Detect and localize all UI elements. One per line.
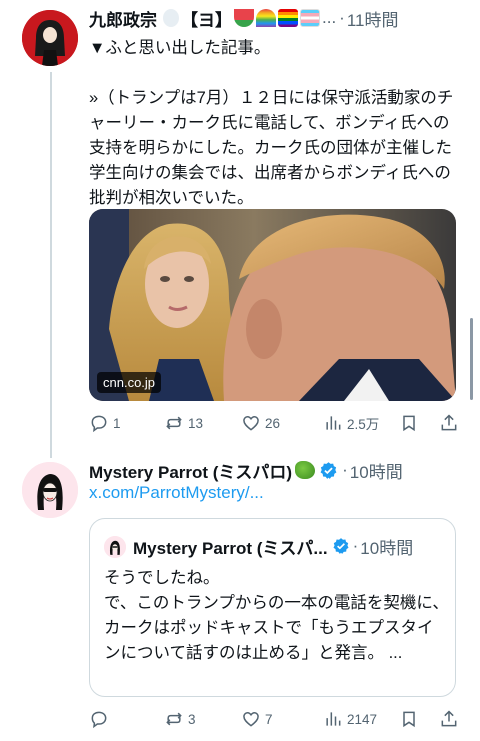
views-icon: [326, 712, 341, 726]
post2-link[interactable]: x.com/ParrotMystery/...: [89, 483, 264, 503]
views-icon: [326, 416, 341, 430]
post2-timestamp[interactable]: 10時間: [350, 458, 403, 483]
share-icon: [441, 414, 457, 431]
rainbow-emoji: [256, 9, 276, 27]
post2-like-button[interactable]: 7: [241, 707, 273, 731]
post2-reply-button[interactable]: [89, 707, 113, 731]
reply-icon: [91, 415, 107, 433]
post1-reply-count: 1: [113, 415, 121, 431]
quoted-post-time-separator: ·: [352, 536, 359, 555]
repost-icon: [166, 416, 182, 430]
like-icon: [243, 711, 259, 727]
post1-like-count: 26: [265, 415, 281, 431]
trans-flag-emoji: [300, 9, 320, 27]
quoted-post-timestamp: 10時間: [360, 538, 414, 558]
verified-badge-icon: [332, 537, 350, 555]
media-source-domain: cnn.co.jp: [97, 372, 162, 393]
post2-author-name[interactable]: Mystery Parrot (ミスパロ): [89, 458, 292, 483]
post1-reply-button[interactable]: 1: [89, 411, 121, 435]
scrollbar-thumb[interactable]: [470, 318, 473, 400]
post2-views-count: 2147: [347, 711, 378, 727]
share-icon: [441, 710, 457, 727]
thread-connector-line: [50, 72, 52, 458]
post1-badge: 【ヨ】: [181, 10, 232, 30]
quoted-post-author: Mystery Parrot (ミスパ...: [133, 538, 328, 558]
avatar-mystery-parrot[interactable]: [22, 462, 78, 518]
quoted-post-avatar: [104, 536, 126, 558]
post2-header: Mystery Parrot (ミスパロ) · 10時間: [89, 457, 403, 483]
post2-repost-count: 3: [188, 711, 196, 727]
avatar-kurou[interactable]: [22, 10, 78, 66]
post1-timestamp[interactable]: 11時間: [347, 6, 399, 31]
dove-emoji: [163, 9, 179, 27]
post1-share-button[interactable]: [439, 411, 463, 435]
post1-views-button[interactable]: 2.5万: [323, 411, 379, 435]
post1-bookmark-button[interactable]: [399, 411, 423, 435]
reply-icon: [91, 711, 107, 729]
post2-bookmark-button[interactable]: [399, 707, 423, 731]
post1-action-bar: 1 13 26 2.5万: [89, 411, 461, 435]
post1-repost-button[interactable]: 13: [164, 411, 203, 435]
post2-like-count: 7: [265, 711, 273, 727]
bookmark-icon: [403, 711, 415, 728]
like-icon: [243, 415, 259, 431]
post1-repost-count: 13: [188, 415, 204, 431]
repost-icon: [166, 712, 182, 726]
post1-link-card-image[interactable]: cnn.co.jp: [89, 209, 456, 401]
verified-badge-icon: [319, 461, 338, 480]
quoted-post-text: そうでしたね。 で、このトランプからの一本の電話を契機に、カークはポッドキャスト…: [104, 569, 449, 662]
post1-author-name[interactable]: 九郎政宗: [89, 6, 157, 31]
post1-name-ellipsis: ...: [322, 8, 337, 27]
watermelon-emoji: [234, 9, 254, 27]
post2-repost-button[interactable]: 3: [164, 707, 196, 731]
post1-views-count: 2.5万: [347, 417, 380, 432]
bookmark-icon: [403, 415, 415, 432]
parrot-emoji: [295, 461, 316, 479]
post1-like-button[interactable]: 26: [241, 411, 280, 435]
post2-views-button[interactable]: 2147: [323, 707, 377, 731]
post1-text: ▼ふと思い出した記事。 »（トランプは7月）１２日には保守派活動家のチャーリー・…: [89, 39, 454, 207]
post1-header: 九郎政宗 【ヨ】 ... · 11時間: [89, 5, 399, 31]
post2-time-separator: ·: [342, 460, 348, 479]
rainbow-flag-emoji: [278, 9, 298, 27]
post2-share-button[interactable]: [439, 707, 463, 731]
post2-action-bar: 3 7 2147: [89, 707, 461, 731]
quoted-post-header: Mystery Parrot (ミスパ... · 10時間: [133, 535, 414, 558]
post1-time-separator: ·: [339, 8, 345, 27]
